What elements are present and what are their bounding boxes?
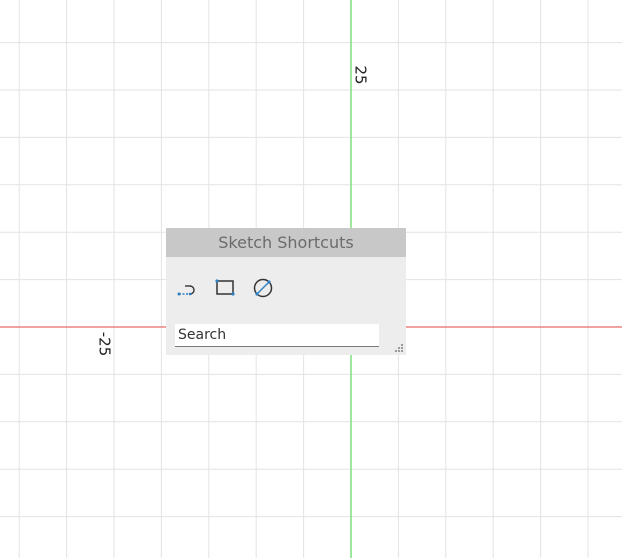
panel-title: Sketch Shortcuts: [218, 233, 354, 252]
sketch-shortcuts-panel: Sketch Shortcuts: [166, 228, 406, 355]
axis-label-top: 25: [351, 65, 370, 85]
panel-header[interactable]: Sketch Shortcuts: [166, 228, 406, 257]
rectangle-button[interactable]: [213, 276, 237, 300]
resize-grip-icon[interactable]: [394, 343, 404, 353]
rectangle-icon: [215, 279, 235, 296]
axis-label-left: -25: [95, 331, 114, 357]
circle-diameter-icon: [253, 278, 273, 298]
tool-row: [166, 276, 406, 300]
line-arc-button[interactable]: [176, 276, 200, 300]
circle-button[interactable]: [251, 276, 275, 300]
line-arc-icon: [177, 285, 195, 296]
search-input[interactable]: [175, 324, 379, 347]
